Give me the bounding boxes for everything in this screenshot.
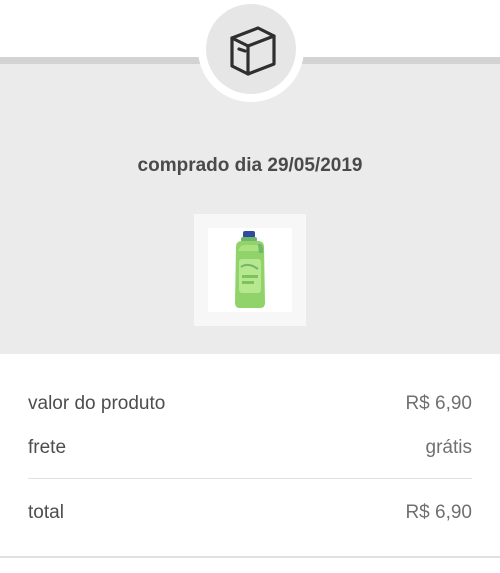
shipping-label: frete — [28, 437, 67, 458]
purchase-date: comprado dia 29/05/2019 — [137, 155, 363, 176]
product-thumbnail[interactable] — [194, 214, 306, 326]
total-row: total R$ 6,90 — [28, 502, 472, 524]
icon-badge — [206, 4, 296, 94]
total-label: total — [28, 502, 64, 523]
package-box-icon — [230, 26, 276, 76]
total-value: R$ 6,90 — [405, 502, 472, 523]
summary-divider — [28, 478, 472, 479]
shipping-row: frete grátis — [28, 437, 472, 459]
shipping-value: grátis — [425, 437, 472, 458]
green-bottle-product-icon — [235, 231, 265, 308]
product-value: R$ 6,90 — [405, 393, 472, 414]
product-value-label: valor do produto — [28, 393, 166, 414]
product-image-container — [208, 228, 292, 312]
bottom-divider — [0, 556, 500, 558]
product-value-row: valor do produto R$ 6,90 — [28, 393, 472, 415]
